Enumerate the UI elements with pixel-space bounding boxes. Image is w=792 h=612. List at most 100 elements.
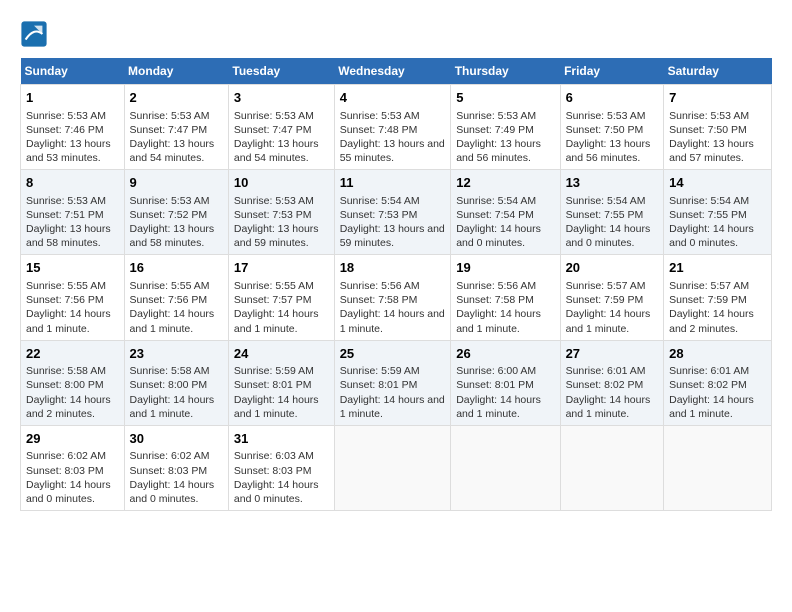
daylight-info: Daylight: 13 hours and 59 minutes.: [234, 223, 319, 249]
day-number: 29: [26, 430, 119, 448]
sunrise-info: Sunrise: 5:53 AM: [456, 110, 536, 122]
sunrise-info: Sunrise: 5:53 AM: [234, 110, 314, 122]
sunset-info: Sunset: 7:50 PM: [566, 124, 644, 136]
sunset-info: Sunset: 8:02 PM: [566, 379, 644, 391]
weekday-header-row: SundayMondayTuesdayWednesdayThursdayFrid…: [21, 58, 772, 85]
sunset-info: Sunset: 7:54 PM: [456, 209, 534, 221]
sunrise-info: Sunrise: 5:55 AM: [130, 280, 210, 292]
day-cell-25: 25 Sunrise: 5:59 AM Sunset: 8:01 PM Dayl…: [334, 340, 451, 425]
day-number: 19: [456, 259, 554, 277]
day-number: 27: [566, 345, 659, 363]
logo: [20, 20, 52, 48]
day-cell-17: 17 Sunrise: 5:55 AM Sunset: 7:57 PM Dayl…: [228, 255, 334, 340]
daylight-info: Daylight: 14 hours and 1 minute.: [566, 308, 651, 334]
sunset-info: Sunset: 7:53 PM: [234, 209, 312, 221]
day-cell-15: 15 Sunrise: 5:55 AM Sunset: 7:56 PM Dayl…: [21, 255, 125, 340]
day-number: 31: [234, 430, 329, 448]
calendar-body: 1 Sunrise: 5:53 AM Sunset: 7:46 PM Dayli…: [21, 85, 772, 511]
sunset-info: Sunset: 7:59 PM: [566, 294, 644, 306]
sunset-info: Sunset: 8:00 PM: [130, 379, 208, 391]
day-number: 14: [669, 174, 766, 192]
daylight-info: Daylight: 14 hours and 0 minutes.: [566, 223, 651, 249]
day-cell-26: 26 Sunrise: 6:00 AM Sunset: 8:01 PM Dayl…: [451, 340, 560, 425]
sunset-info: Sunset: 8:01 PM: [340, 379, 418, 391]
sunset-info: Sunset: 7:47 PM: [130, 124, 208, 136]
day-cell-9: 9 Sunrise: 5:53 AM Sunset: 7:52 PM Dayli…: [124, 170, 228, 255]
daylight-info: Daylight: 13 hours and 54 minutes.: [130, 138, 215, 164]
day-number: 22: [26, 345, 119, 363]
sunset-info: Sunset: 8:03 PM: [234, 465, 312, 477]
daylight-info: Daylight: 14 hours and 1 minute.: [340, 308, 445, 334]
sunrise-info: Sunrise: 5:58 AM: [26, 365, 106, 377]
sunrise-info: Sunrise: 5:55 AM: [26, 280, 106, 292]
day-number: 4: [340, 89, 446, 107]
daylight-info: Daylight: 14 hours and 1 minute.: [456, 308, 541, 334]
daylight-info: Daylight: 14 hours and 1 minute.: [130, 308, 215, 334]
day-number: 17: [234, 259, 329, 277]
sunrise-info: Sunrise: 5:59 AM: [340, 365, 420, 377]
daylight-info: Daylight: 13 hours and 58 minutes.: [130, 223, 215, 249]
page-header: [20, 20, 772, 48]
calendar-week-4: 22 Sunrise: 5:58 AM Sunset: 8:00 PM Dayl…: [21, 340, 772, 425]
sunset-info: Sunset: 7:56 PM: [130, 294, 208, 306]
sunrise-info: Sunrise: 5:54 AM: [340, 195, 420, 207]
sunrise-info: Sunrise: 5:59 AM: [234, 365, 314, 377]
sunset-info: Sunset: 7:50 PM: [669, 124, 747, 136]
weekday-header-wednesday: Wednesday: [334, 58, 451, 85]
daylight-info: Daylight: 13 hours and 59 minutes.: [340, 223, 445, 249]
sunrise-info: Sunrise: 6:02 AM: [26, 450, 106, 462]
daylight-info: Daylight: 14 hours and 1 minute.: [130, 394, 215, 420]
sunset-info: Sunset: 8:00 PM: [26, 379, 104, 391]
sunrise-info: Sunrise: 5:53 AM: [566, 110, 646, 122]
day-number: 1: [26, 89, 119, 107]
day-cell-16: 16 Sunrise: 5:55 AM Sunset: 7:56 PM Dayl…: [124, 255, 228, 340]
day-number: 16: [130, 259, 223, 277]
day-number: 6: [566, 89, 659, 107]
sunrise-info: Sunrise: 5:54 AM: [566, 195, 646, 207]
daylight-info: Daylight: 14 hours and 1 minute.: [456, 394, 541, 420]
sunset-info: Sunset: 7:49 PM: [456, 124, 534, 136]
sunrise-info: Sunrise: 5:53 AM: [340, 110, 420, 122]
day-cell-27: 27 Sunrise: 6:01 AM Sunset: 8:02 PM Dayl…: [560, 340, 664, 425]
sunrise-info: Sunrise: 6:03 AM: [234, 450, 314, 462]
daylight-info: Daylight: 14 hours and 2 minutes.: [669, 308, 754, 334]
logo-icon: [20, 20, 48, 48]
sunrise-info: Sunrise: 5:58 AM: [130, 365, 210, 377]
sunset-info: Sunset: 7:59 PM: [669, 294, 747, 306]
day-number: 3: [234, 89, 329, 107]
empty-cell: [560, 425, 664, 510]
day-cell-28: 28 Sunrise: 6:01 AM Sunset: 8:02 PM Dayl…: [664, 340, 772, 425]
sunset-info: Sunset: 7:47 PM: [234, 124, 312, 136]
sunset-info: Sunset: 7:55 PM: [566, 209, 644, 221]
daylight-info: Daylight: 14 hours and 2 minutes.: [26, 394, 111, 420]
sunset-info: Sunset: 7:58 PM: [456, 294, 534, 306]
day-number: 13: [566, 174, 659, 192]
sunset-info: Sunset: 7:57 PM: [234, 294, 312, 306]
weekday-header-thursday: Thursday: [451, 58, 560, 85]
day-cell-11: 11 Sunrise: 5:54 AM Sunset: 7:53 PM Dayl…: [334, 170, 451, 255]
calendar-week-3: 15 Sunrise: 5:55 AM Sunset: 7:56 PM Dayl…: [21, 255, 772, 340]
day-number: 15: [26, 259, 119, 277]
daylight-info: Daylight: 14 hours and 1 minute.: [26, 308, 111, 334]
sunrise-info: Sunrise: 6:01 AM: [669, 365, 749, 377]
daylight-info: Daylight: 13 hours and 56 minutes.: [566, 138, 651, 164]
daylight-info: Daylight: 14 hours and 0 minutes.: [456, 223, 541, 249]
day-cell-24: 24 Sunrise: 5:59 AM Sunset: 8:01 PM Dayl…: [228, 340, 334, 425]
day-cell-20: 20 Sunrise: 5:57 AM Sunset: 7:59 PM Dayl…: [560, 255, 664, 340]
day-cell-13: 13 Sunrise: 5:54 AM Sunset: 7:55 PM Dayl…: [560, 170, 664, 255]
sunrise-info: Sunrise: 5:53 AM: [130, 110, 210, 122]
day-cell-21: 21 Sunrise: 5:57 AM Sunset: 7:59 PM Dayl…: [664, 255, 772, 340]
day-cell-19: 19 Sunrise: 5:56 AM Sunset: 7:58 PM Dayl…: [451, 255, 560, 340]
daylight-info: Daylight: 13 hours and 55 minutes.: [340, 138, 445, 164]
calendar-week-5: 29 Sunrise: 6:02 AM Sunset: 8:03 PM Dayl…: [21, 425, 772, 510]
day-number: 5: [456, 89, 554, 107]
day-cell-18: 18 Sunrise: 5:56 AM Sunset: 7:58 PM Dayl…: [334, 255, 451, 340]
calendar-week-1: 1 Sunrise: 5:53 AM Sunset: 7:46 PM Dayli…: [21, 85, 772, 170]
sunrise-info: Sunrise: 6:00 AM: [456, 365, 536, 377]
sunset-info: Sunset: 8:02 PM: [669, 379, 747, 391]
daylight-info: Daylight: 14 hours and 0 minutes.: [130, 479, 215, 505]
sunrise-info: Sunrise: 6:01 AM: [566, 365, 646, 377]
day-cell-7: 7 Sunrise: 5:53 AM Sunset: 7:50 PM Dayli…: [664, 85, 772, 170]
day-number: 23: [130, 345, 223, 363]
day-cell-3: 3 Sunrise: 5:53 AM Sunset: 7:47 PM Dayli…: [228, 85, 334, 170]
